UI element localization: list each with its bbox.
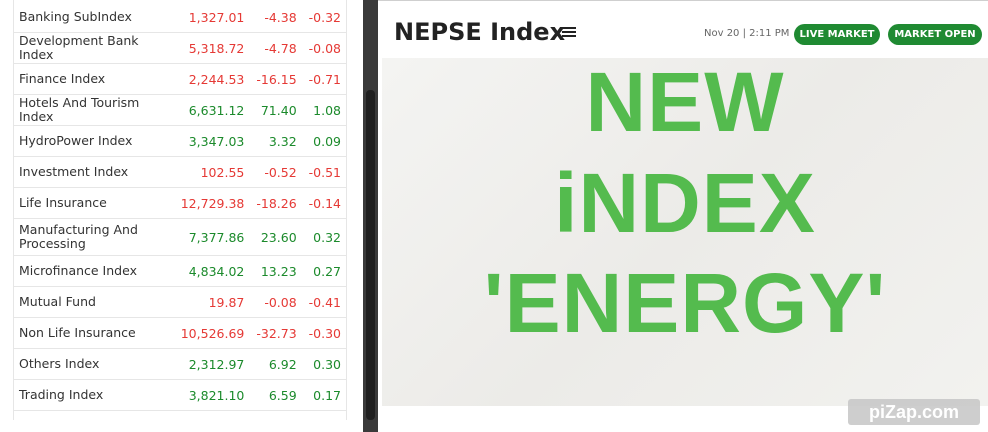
index-change: -32.73 xyxy=(250,317,303,349)
index-value: 2,312.97 xyxy=(174,348,251,380)
index-percent-change: -0.71 xyxy=(302,63,347,95)
banner-line-1: NEW xyxy=(585,55,785,149)
index-change: -4.78 xyxy=(250,32,303,64)
index-name: Investment Index xyxy=(13,156,175,188)
index-change: 23.60 xyxy=(250,218,303,256)
index-value: 12,729.38 xyxy=(174,187,251,219)
index-percent-change: 0.30 xyxy=(302,348,347,380)
table-row[interactable]: Others Index 2,312.97 6.92 0.30 xyxy=(13,348,347,380)
banner-line-2: iNDEX xyxy=(554,156,816,250)
index-name: Mutual Fund xyxy=(13,286,175,318)
index-change: 3.32 xyxy=(250,125,303,157)
table-row[interactable]: Development Bank Index 5,318.72 -4.78 -0.08 xyxy=(13,32,347,64)
index-name: Manufacturing And Processing xyxy=(13,218,175,256)
live-market-button[interactable]: LIVE MARKET xyxy=(794,24,880,45)
table-row[interactable]: HydroPower Index 3,347.03 3.32 0.09 xyxy=(13,125,347,157)
index-change: 71.40 xyxy=(250,94,303,126)
index-name: Finance Index xyxy=(13,63,175,95)
index-value: 4,834.02 xyxy=(174,255,251,287)
table-row[interactable]: Mutual Fund 19.87 -0.08 -0.41 xyxy=(13,286,347,318)
table-row[interactable]: Trading Index 3,821.10 6.59 0.17 xyxy=(13,379,347,411)
index-value: 5,318.72 xyxy=(174,32,251,64)
index-value: 102.55 xyxy=(174,156,251,188)
index-value: 2,244.53 xyxy=(174,63,251,95)
index-name: Hotels And Tourism Index xyxy=(13,94,175,126)
table-row[interactable]: Life Insurance 12,729.38 -18.26 -0.14 xyxy=(13,187,347,219)
index-percent-change: -0.51 xyxy=(302,156,347,188)
table-row[interactable]: Banking SubIndex 1,327.01 -4.38 -0.32 xyxy=(13,2,347,33)
index-table: Banking SubIndex 1,327.01 -4.38 -0.32 Develo… xyxy=(13,2,347,411)
index-list-panel: Banking SubIndex 1,327.01 -4.38 -0.32 Develo… xyxy=(0,0,363,432)
table-row[interactable]: Finance Index 2,244.53 -16.15 -0.71 xyxy=(13,63,347,95)
index-change: -18.26 xyxy=(250,187,303,219)
menu-icon[interactable] xyxy=(562,27,576,39)
index-percent-change: 1.08 xyxy=(302,94,347,126)
index-percent-change: -0.32 xyxy=(302,2,347,33)
index-percent-change: -0.14 xyxy=(302,187,347,219)
index-name: Life Insurance xyxy=(13,187,175,219)
index-change: 6.59 xyxy=(250,379,303,411)
index-percent-change: -0.41 xyxy=(302,286,347,318)
index-name: Banking SubIndex xyxy=(13,2,175,33)
index-percent-change: -0.30 xyxy=(302,317,347,349)
table-row[interactable]: Microfinance Index 4,834.02 13.23 0.27 xyxy=(13,255,347,287)
index-name: Others Index xyxy=(13,348,175,380)
index-name: HydroPower Index xyxy=(13,125,175,157)
index-change: 13.23 xyxy=(250,255,303,287)
new-index-banner-image: NEW iNDEX 'ENERGY' xyxy=(382,55,988,406)
page-title: NEPSE Index xyxy=(394,18,566,46)
index-percent-change: -0.08 xyxy=(302,32,347,64)
index-value: 6,631.12 xyxy=(174,94,251,126)
index-value: 10,526.69 xyxy=(174,317,251,349)
banner-line-3: 'ENERGY' xyxy=(483,256,887,350)
index-value: 19.87 xyxy=(174,286,251,318)
table-row[interactable]: Hotels And Tourism Index 6,631.12 71.40 1.0… xyxy=(13,94,347,126)
index-change: 6.92 xyxy=(250,348,303,380)
index-percent-change: 0.32 xyxy=(302,218,347,256)
index-percent-change: 0.27 xyxy=(302,255,347,287)
table-row[interactable]: Manufacturing And Processing 7,377.86 23.6… xyxy=(13,218,347,256)
table-row[interactable]: Non Life Insurance 10,526.69 -32.73 -0.30 xyxy=(13,317,347,349)
nepse-panel: NEPSE Index Nov 20 | 2:11 PM LIVE MARKET… xyxy=(378,0,988,432)
index-name: Trading Index xyxy=(13,379,175,411)
index-value: 3,347.03 xyxy=(174,125,251,157)
index-value: 3,821.10 xyxy=(174,379,251,411)
table-row[interactable]: Investment Index 102.55 -0.52 -0.51 xyxy=(13,156,347,188)
index-change: -0.52 xyxy=(250,156,303,188)
index-value: 1,327.01 xyxy=(174,2,251,33)
market-open-badge[interactable]: MARKET OPEN xyxy=(888,24,982,45)
index-name: Microfinance Index xyxy=(13,255,175,287)
index-name: Non Life Insurance xyxy=(13,317,175,349)
index-percent-change: 0.09 xyxy=(302,125,347,157)
index-name: Development Bank Index xyxy=(13,32,175,64)
index-percent-change: 0.17 xyxy=(302,379,347,411)
scrollbar-thumb[interactable] xyxy=(366,90,375,420)
index-change: -4.38 xyxy=(250,2,303,33)
index-change: -16.15 xyxy=(250,63,303,95)
index-value: 7,377.86 xyxy=(174,218,251,256)
market-timestamp: Nov 20 | 2:11 PM xyxy=(704,28,790,39)
pizap-watermark: piZap.com xyxy=(848,399,980,425)
index-change: -0.08 xyxy=(250,286,303,318)
